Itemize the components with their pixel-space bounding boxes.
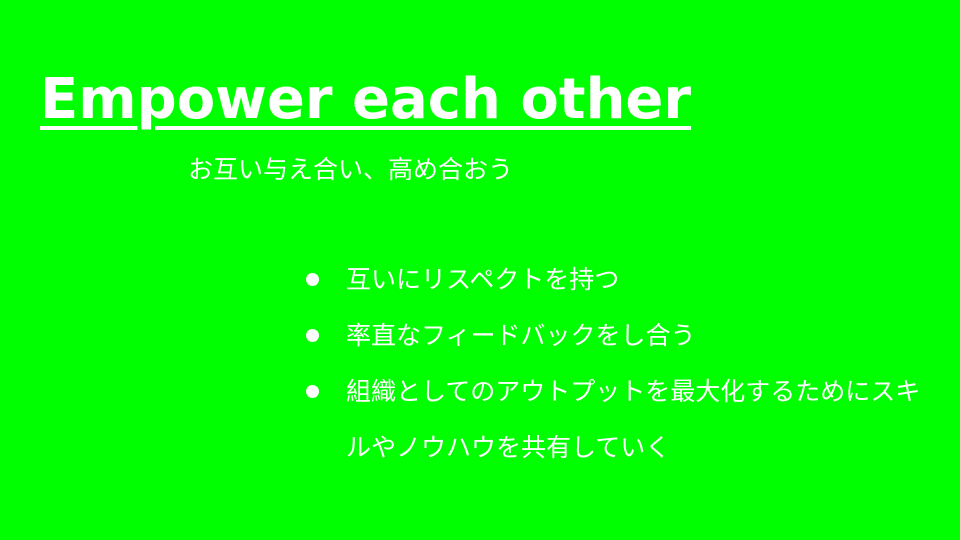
bullet-text: 率直なフィードバックをし合う [346,321,696,350]
bullet-list: 互いにリスペクトを持つ 率直なフィードバックをし合う 組織としてのアウトプットを… [302,252,942,476]
slide-title: Empower each other [40,67,692,132]
slide: Empower each other お互い与え合い、高め合おう 互いにリスペク… [0,0,960,540]
bullet-text: 互いにリスペクトを持つ [346,265,620,294]
bullet-dot-icon [306,329,319,342]
slide-subtitle: お互い与え合い、高め合おう [188,155,514,184]
bullet-item: 互いにリスペクトを持つ [302,252,942,308]
bullet-dot-icon [306,273,319,286]
bullet-item: 組織としてのアウトプットを最大化するためにスキルやノウハウを共有していく [302,364,942,476]
bullet-dot-icon [306,385,319,398]
bullet-text: 組織としてのアウトプットを最大化するためにスキルやノウハウを共有していく [346,377,921,462]
bullet-item: 率直なフィードバックをし合う [302,308,942,364]
